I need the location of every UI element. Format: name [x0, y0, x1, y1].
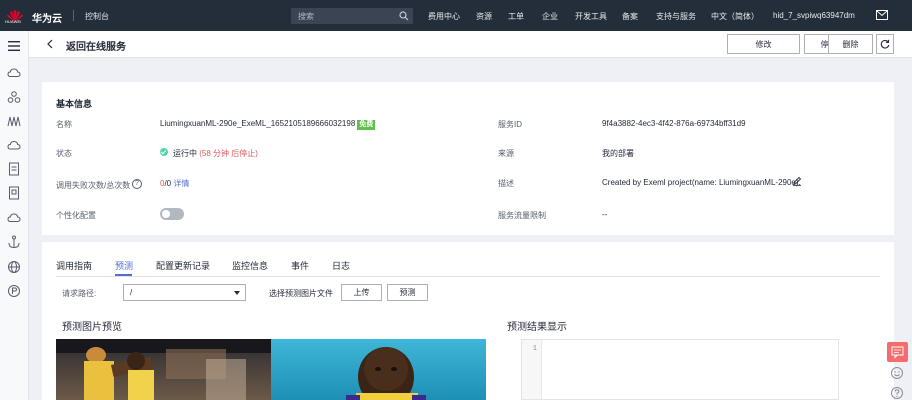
nav-support[interactable]: 支持与服务 [656, 11, 696, 22]
caret-down-icon [234, 291, 240, 295]
divider [73, 10, 74, 21]
status-label: 状态 [56, 149, 72, 158]
anchor-icon[interactable] [7, 235, 21, 249]
tab-predict[interactable]: 预测 [115, 259, 133, 272]
cloud-alt-icon[interactable] [7, 211, 21, 225]
nav-language[interactable]: 中文（简体） [711, 11, 759, 22]
request-path-select[interactable]: / [123, 284, 246, 301]
tab-events[interactable]: 事件 [291, 259, 309, 272]
cloud-icon[interactable] [7, 66, 21, 80]
nav-icp-filing[interactable]: 备案 [622, 11, 638, 22]
section-title: 基本信息 [56, 99, 93, 109]
choose-file-label: 选择预测图片文件 [269, 289, 333, 298]
traffic-limit-label: 服务流量限制 [498, 211, 546, 220]
predict-button[interactable]: 预测 [387, 284, 428, 301]
tab-logs[interactable]: 日志 [332, 259, 350, 272]
left-sidebar [0, 31, 29, 400]
calls-label: 调用失败次数/总次数 [56, 181, 131, 190]
calls-detail-link[interactable]: 详情 [173, 179, 189, 188]
search-icon[interactable] [399, 11, 409, 21]
nav-enterprise[interactable]: 企业 [542, 11, 558, 22]
source-value: 我的部署 [602, 149, 634, 158]
custom-config-toggle[interactable] [160, 208, 184, 220]
line-number: 1 [532, 345, 537, 353]
tab-config-history[interactable]: 配置更新记录 [156, 259, 210, 272]
basic-info-card: 基本信息 名称 LiumingxuanML-290e_ExeML_1652105… [42, 82, 894, 235]
calls-value: 0/0 详情 [160, 178, 189, 189]
upload-button[interactable]: 上传 [341, 284, 382, 301]
status-text: 运行中 [173, 149, 197, 158]
feedback-button[interactable] [887, 342, 908, 362]
help-icon[interactable]: ? [132, 179, 142, 189]
refresh-icon [880, 39, 890, 49]
tabs-divider [56, 276, 880, 277]
editor-gutter: 1 [522, 340, 542, 399]
prediction-result-editor[interactable]: 1 [521, 339, 839, 400]
model-icon[interactable] [7, 114, 21, 128]
nav-resources[interactable]: 资源 [476, 11, 492, 22]
globe-icon[interactable] [7, 260, 21, 274]
nav-tickets[interactable]: 工单 [508, 11, 524, 22]
edit-pencil-icon[interactable] [792, 176, 802, 186]
status-value: 运行中 (58 分钟 后停止) [173, 148, 258, 159]
service-name: LiumingxuanML-290e_ExeML_165210518966603… [160, 119, 356, 128]
search-input[interactable]: 搜索 [298, 11, 314, 22]
page-title[interactable]: 返回在线服务 [66, 38, 126, 53]
smile-icon[interactable] [890, 366, 904, 380]
nav-billing-center[interactable]: 费用中心 [428, 11, 460, 22]
console-link[interactable]: 控制台 [85, 11, 109, 22]
result-title: 预测结果显示 [507, 322, 567, 333]
tabs-card: 调用指南 预测 配置更新记录 监控信息 事件 日志 请求路径: / 选择预测图片… [42, 242, 894, 400]
calls-total: /0 [164, 179, 172, 188]
nodes-icon[interactable] [7, 90, 21, 104]
help-circle-icon[interactable] [890, 386, 904, 400]
search-box[interactable]: 搜索 [291, 8, 413, 24]
request-path-label: 请求路径: [62, 289, 97, 298]
free-badge: 免费 [357, 120, 376, 130]
nav-account[interactable]: hid_7_svpiwq63947dm [773, 11, 855, 20]
logo-text: HUAWEI [5, 19, 22, 24]
tab-call-guide[interactable]: 调用指南 [56, 259, 92, 272]
page-header: 返回在线服务 修改 停止 删除 [29, 31, 912, 58]
file-icon[interactable] [7, 162, 21, 176]
source-label: 来源 [498, 149, 514, 158]
top-navigation-bar: HUAWEI 华为云 控制台 搜索 费用中心 资源 工单 企业 开发工具 备案 … [0, 0, 912, 31]
name-value: LiumingxuanML-290e_ExeML_165210518966603… [160, 119, 376, 130]
menu-icon[interactable] [7, 39, 21, 53]
cloud-deploy-icon[interactable] [7, 138, 21, 152]
running-status-icon [160, 148, 168, 156]
edit-button[interactable]: 修改 [727, 34, 800, 54]
name-label: 名称 [56, 120, 72, 129]
nav-dev-tools[interactable]: 开发工具 [575, 11, 607, 22]
feedback-icon [891, 346, 904, 359]
mail-icon[interactable] [876, 10, 888, 20]
status-note: (58 分钟 后停止) [199, 149, 258, 158]
custom-config-label: 个性化配置 [56, 211, 96, 220]
circle-p-icon[interactable] [7, 284, 21, 298]
book-icon[interactable] [7, 186, 21, 200]
refresh-button[interactable] [876, 34, 894, 54]
traffic-limit-value: -- [602, 210, 608, 219]
service-id-label: 服务ID [498, 120, 522, 129]
basketball-player-photo [56, 339, 486, 400]
tab-monitoring[interactable]: 监控信息 [232, 259, 268, 272]
chevron-left-icon[interactable] [46, 39, 54, 49]
brand-name[interactable]: 华为云 [32, 10, 62, 25]
preview-title: 预测图片预览 [62, 322, 122, 333]
description-value: Created by Exeml project(name: Liumingxu… [602, 178, 801, 187]
description-label: 描述 [498, 179, 514, 188]
service-id-value: 9f4a3882-4ec3-4f42-876a-69734bff31d9 [602, 119, 746, 128]
prediction-image-preview [56, 339, 486, 400]
request-path-value: / [130, 288, 133, 297]
delete-button[interactable]: 删除 [828, 34, 873, 54]
